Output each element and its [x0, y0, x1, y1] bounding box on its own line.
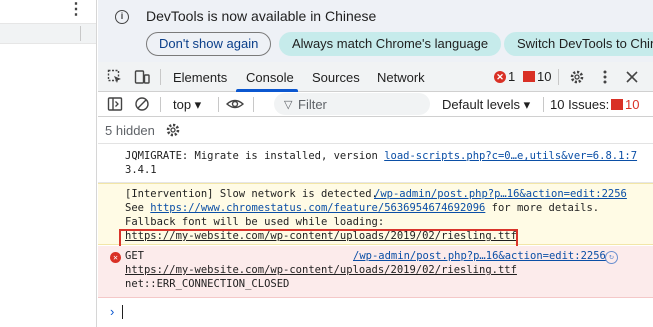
infobar-message: DevTools is now available in Chinese: [146, 8, 377, 24]
live-expression-eye-icon[interactable]: [226, 96, 244, 112]
source-link[interactable]: load-scripts.php?c=0…e,utils&ver=6.8.1:7: [384, 150, 637, 162]
see-text: See: [125, 202, 151, 214]
close-icon[interactable]: [624, 69, 640, 85]
divider: [218, 97, 219, 112]
devtools-tabbar: Elements Console Sources Network ✕ 1 10: [98, 62, 653, 92]
source-link[interactable]: /wp-admin/post.php?p…16&action=edit:2256: [374, 188, 627, 201]
divider: [160, 97, 161, 112]
details-text: for more details.: [485, 202, 600, 214]
network-request-icon[interactable]: ↻: [605, 251, 618, 264]
console-prompt[interactable]: ›: [98, 298, 653, 327]
console-settings-gear-icon[interactable]: [165, 122, 181, 138]
prompt-chevron-icon: ›: [110, 304, 115, 319]
console-message-error: ✕ GET /wp-admin/post.php?p…16&action=edi…: [98, 246, 653, 298]
error-count[interactable]: 1: [508, 69, 515, 84]
divider: [558, 69, 559, 85]
error-count-icon[interactable]: ✕: [494, 71, 506, 83]
issues-button-label[interactable]: 10 Issues:: [550, 97, 609, 112]
issues-flag-icon[interactable]: [611, 99, 623, 110]
console-message-log: JQMIGRATE: Migrate is installed, version…: [98, 146, 653, 183]
clear-console-icon[interactable]: [134, 96, 150, 112]
tab-network[interactable]: Network: [377, 70, 425, 85]
more-options-icon[interactable]: [597, 69, 613, 85]
hidden-count: 5 hidden: [105, 123, 155, 138]
warning-details: See https://www.chromestatus.com/feature…: [125, 202, 599, 215]
message-text: JQMIGRATE: Migrate is installed, version…: [125, 150, 637, 163]
divider: [160, 69, 161, 85]
tab-console[interactable]: Console: [246, 70, 294, 85]
divider: [80, 26, 81, 41]
devtools-panel: i DevTools is now available in Chinese D…: [98, 0, 653, 327]
tab-sources[interactable]: Sources: [312, 70, 360, 85]
filter-input[interactable]: ▽ Filter: [274, 93, 430, 115]
console-toolbar: top ▾ ▽ Filter Default levels ▾ 10 Issue…: [98, 92, 653, 117]
text-caret: [122, 305, 123, 319]
page-row: [0, 23, 96, 44]
version-text: 3.4.1: [125, 164, 157, 176]
divider: [543, 97, 544, 112]
inspect-element-icon[interactable]: [107, 69, 123, 85]
device-toolbar-icon[interactable]: [134, 69, 150, 85]
page-pane: ⋮: [0, 0, 97, 327]
fallback-text: Fallback font will be used while loading…: [125, 216, 385, 228]
request-method: GET: [125, 250, 144, 262]
divider: [253, 97, 254, 112]
dont-show-again-button[interactable]: Don't show again: [146, 32, 272, 56]
chromestatus-link[interactable]: https://www.chromestatus.com/feature/563…: [150, 202, 485, 214]
hidden-messages-bar: 5 hidden: [98, 117, 653, 144]
always-match-language-button[interactable]: Always match Chrome's language: [279, 32, 502, 56]
log-text: JQMIGRATE: Migrate is installed, version: [125, 150, 385, 162]
language-infobar: i DevTools is now available in Chinese D…: [98, 0, 653, 62]
kebab-menu-icon[interactable]: ⋮: [68, 2, 84, 18]
issues-flag-icon[interactable]: [523, 71, 535, 82]
sidebar-toggle-icon[interactable]: [107, 96, 123, 112]
filter-funnel-icon: ▽: [284, 99, 293, 111]
info-icon: i: [115, 10, 129, 24]
switch-to-chinese-button[interactable]: Switch DevTools to Chinese: [504, 32, 653, 56]
warning-count[interactable]: 10: [537, 69, 551, 84]
error-icon: ✕: [110, 252, 121, 263]
warning-text: [Intervention] Slow network is detected.: [125, 188, 378, 200]
console-message-warning: [Intervention] Slow network is detected.…: [98, 183, 653, 249]
settings-gear-icon[interactable]: [569, 69, 585, 85]
log-levels-dropdown[interactable]: Default levels ▾: [442, 97, 530, 113]
tab-elements[interactable]: Elements: [173, 70, 227, 85]
filter-placeholder: Filter: [298, 97, 327, 112]
context-selector[interactable]: top ▾: [173, 97, 201, 113]
error-text: net::ERR_CONNECTION_CLOSED: [125, 278, 290, 290]
source-link[interactable]: /wp-admin/post.php?p…16&action=edit:2256: [353, 250, 606, 263]
font-url-link[interactable]: https://my-website.com/wp-content/upload…: [125, 264, 517, 277]
issues-count[interactable]: 10: [625, 97, 639, 112]
